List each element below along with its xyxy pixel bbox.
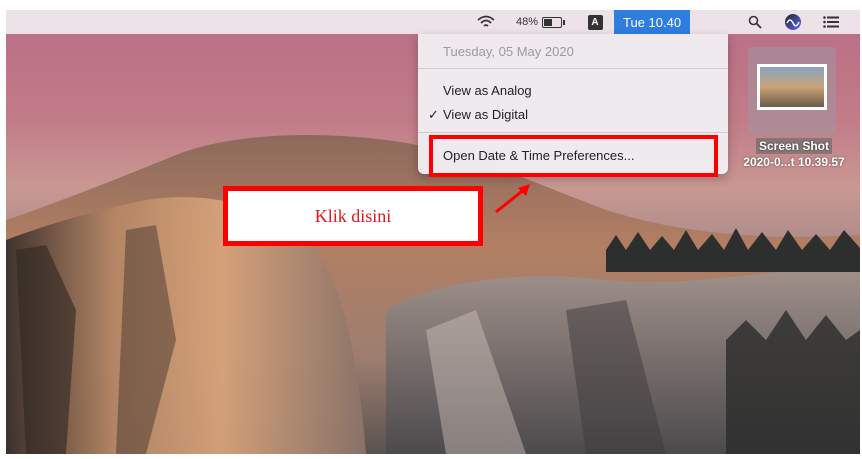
screenshot-frame: 48% A Tue 10.40 Screen Shot 2020-0...t 1… [0,0,862,459]
callout-text: Klik disini [314,205,392,226]
file-label-line1: Screen Shot [755,138,833,154]
wifi-icon[interactable] [472,10,500,34]
arrow-annotation [495,184,530,214]
battery-icon [542,16,566,28]
desktop-file-label[interactable]: Screen Shot 2020-0...t 10.39.57 [728,138,860,170]
menu-separator [418,132,728,133]
menu-bar: 48% A Tue 10.40 [6,10,860,34]
input-source-icon: A [587,14,603,30]
checkmark-icon: ✓ [428,107,439,122]
spotlight-icon[interactable] [744,10,766,34]
battery-status[interactable]: 48% [506,10,572,34]
current-date: Tuesday, 05 May 2020 [443,44,574,59]
menu-separator [418,68,728,69]
callout-box: Klik disini [223,186,483,246]
battery-percent: 48% [515,16,539,28]
clock-menu-extra[interactable]: Tue 10.40 [614,10,691,34]
file-label-line2: 2020-0...t 10.39.57 [743,155,845,169]
notification-center-icon[interactable] [818,10,844,34]
menu-item-view-as-analog[interactable]: View as Analog [443,83,532,98]
siri-icon[interactable] [780,10,806,34]
screenshot-file-thumbnail[interactable] [757,64,827,110]
highlight-box [429,135,718,177]
input-source-menu[interactable]: A [584,10,606,34]
menu-item-view-as-digital[interactable]: View as Digital [443,107,528,122]
